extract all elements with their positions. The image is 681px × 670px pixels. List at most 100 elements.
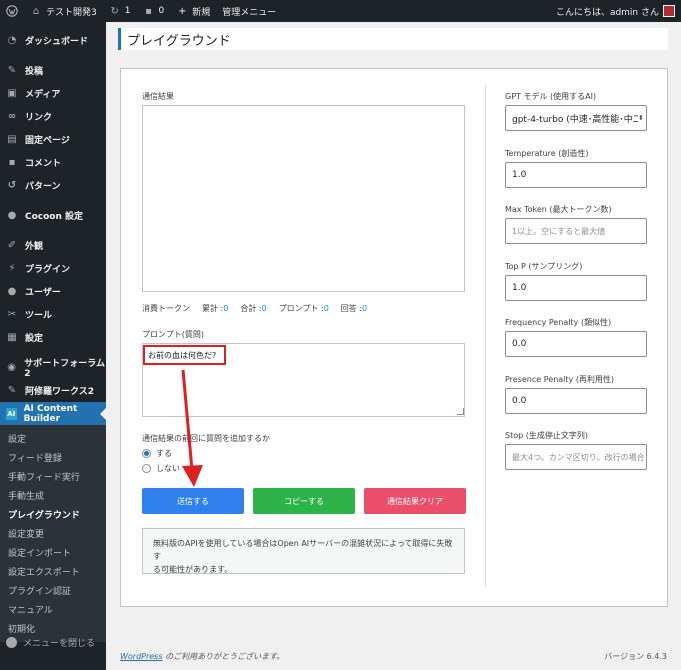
- model-select[interactable]: gpt-4-turbo (中速･高性能･中二 ⬍: [505, 105, 647, 131]
- comments-count: 0: [158, 6, 165, 16]
- sidebar-item-posts[interactable]: ✎ 投稿: [0, 59, 106, 82]
- submenu-export-settings[interactable]: 設定エクスポート: [0, 562, 106, 581]
- prompt-stat-label: プロンプト :: [278, 304, 324, 313]
- sidebar-item-label: パターン: [25, 182, 61, 192]
- presence-penalty-input[interactable]: 0.0: [505, 388, 647, 414]
- brush-icon: ✐: [7, 240, 17, 251]
- new-content-link[interactable]: + 新規: [170, 0, 216, 22]
- submenu-manual-feed[interactable]: 手動フィード実行: [0, 467, 106, 486]
- submenu-playground[interactable]: プレイグラウンド: [0, 505, 106, 524]
- link-icon: ∞: [7, 111, 17, 122]
- sidebar-item-dashboard[interactable]: ◔ ダッシュボード: [0, 29, 106, 52]
- total-value: 0: [223, 304, 229, 313]
- wp-logo-button[interactable]: [0, 0, 24, 22]
- pin-icon: ✎: [7, 65, 17, 76]
- submenu-manual[interactable]: マニュアル: [0, 600, 106, 619]
- plus-icon: +: [178, 5, 187, 17]
- sum-label: 合計 :: [240, 304, 262, 313]
- temperature-input[interactable]: 1.0: [505, 162, 647, 188]
- site-name: テスト開発3: [46, 7, 97, 18]
- sidebar-item-pages[interactable]: ▤ 固定ページ: [0, 128, 106, 151]
- sidebar-item-label: ユーザー: [25, 288, 61, 298]
- home-icon: ⌂: [32, 5, 40, 17]
- footer-thanks-text: のご利用ありがとうございます。: [162, 652, 285, 661]
- max-token-input[interactable]: 1以上。空にすると最大値: [505, 218, 647, 244]
- site-name-link[interactable]: ⌂ テスト開発3: [24, 0, 103, 22]
- sidebar-item-ai-content-builder[interactable]: AI AI Content Builder: [0, 402, 106, 425]
- answer-value: 0: [362, 304, 368, 313]
- sidebar-item-links[interactable]: ∞ リンク: [0, 105, 106, 128]
- new-label: 新規: [192, 7, 211, 18]
- admin-sidebar: ◔ ダッシュボード ✎ 投稿 ▣ メディア ∞ リンク ▤ 固定ページ ▪ コメント ↺ パタ…: [0, 22, 106, 670]
- prompt-highlight-annotation: お前の血は何色だ?: [143, 345, 226, 365]
- greeting: こんにちは、admin さん: [555, 7, 659, 18]
- admin-menu-link[interactable]: 管理メニュー: [216, 0, 282, 22]
- sidebar-item-comments[interactable]: ▪ コメント: [0, 151, 106, 174]
- consumed-token-label: 消費トークン: [142, 304, 190, 313]
- prompt-stat: プロンプト :0: [279, 303, 329, 314]
- avatar: [663, 5, 675, 17]
- frequency-penalty-input[interactable]: 0.0: [505, 331, 647, 357]
- comments-link[interactable]: ▪ 0: [136, 0, 170, 22]
- submenu-settings[interactable]: 設定: [0, 429, 106, 448]
- admin-bar: ⌂ テスト開発3 ↻ 1 ▪ 0 + 新規 管理メニュー こんにちは、admin…: [0, 0, 681, 22]
- stop-label: Stop (生成停止文字列): [505, 431, 588, 440]
- annotation-arrow-icon: [181, 369, 203, 487]
- user-icon: ●: [7, 286, 17, 297]
- cocoon-icon: ●: [7, 210, 17, 221]
- page-title: プレイグラウンド: [118, 28, 668, 50]
- collapse-menu-button[interactable]: メニューを閉じる: [0, 636, 106, 649]
- submenu-feed-register[interactable]: フィード登録: [0, 448, 106, 467]
- answer-label: 回答 :: [340, 304, 363, 313]
- copy-button[interactable]: コピーする: [253, 488, 355, 514]
- sidebar-item-plugins[interactable]: ⚡ プラグイン: [0, 257, 106, 280]
- radio-yes-button[interactable]: [142, 449, 151, 458]
- clear-result-button[interactable]: 通信結果クリア: [364, 488, 466, 514]
- resize-handle[interactable]: [457, 408, 464, 415]
- notice-line-2: る可能性があります。: [153, 565, 233, 574]
- radio-yes[interactable]: する: [142, 448, 172, 459]
- sidebar-item-cocoon[interactable]: ● Cocoon 設定: [0, 204, 106, 227]
- wordpress-link[interactable]: WordPress: [120, 652, 163, 661]
- sidebar-item-ashura-works[interactable]: ✎ 阿修羅ワークス2: [0, 379, 106, 402]
- submenu-manual-generate[interactable]: 手動生成: [0, 486, 106, 505]
- submenu-plugin-auth[interactable]: プラグイン認証: [0, 581, 106, 600]
- plugin-icon: ⚡: [8, 263, 16, 274]
- media-icon: ▣: [7, 88, 17, 99]
- top-p-label: Top P (サンプリング): [505, 262, 583, 271]
- sidebar-item-appearance[interactable]: ✐ 外観: [0, 234, 106, 257]
- send-button[interactable]: 送信する: [142, 488, 244, 514]
- sidebar-item-label: 外観: [25, 242, 44, 252]
- model-label: GPT モデル (使用するAI): [505, 92, 597, 101]
- sidebar-item-label: メディア: [25, 90, 61, 100]
- top-p-input[interactable]: 1.0: [505, 275, 647, 301]
- radio-no-button[interactable]: [142, 464, 151, 473]
- sidebar-item-tools[interactable]: ✂ ツール: [0, 303, 106, 326]
- model-select-value: gpt-4-turbo (中速･高性能･中二: [512, 114, 638, 125]
- prompt-value: お前の血は何色だ?: [148, 350, 217, 360]
- total-stat: 累計 :0: [202, 303, 228, 314]
- submenu-change-settings[interactable]: 設定変更: [0, 524, 106, 543]
- sidebar-item-support-forum[interactable]: ◉ サポートフォーラム2: [0, 356, 106, 379]
- result-textarea[interactable]: [142, 105, 465, 292]
- sidebar-item-media[interactable]: ▣ メディア: [0, 82, 106, 105]
- page-icon: ▤: [7, 134, 17, 145]
- sidebar-item-settings[interactable]: ▦ 設定: [0, 326, 106, 349]
- total-label: 累計 :: [202, 304, 224, 313]
- sidebar-item-label: リンク: [25, 113, 53, 123]
- notice-line-1: 無料版のAPIを使用している場合はOpen AIサーバーの混雑状況によって取得に…: [153, 539, 453, 561]
- prompt-label: プロンプト(質問): [142, 330, 205, 339]
- sum-value: 0: [261, 304, 267, 313]
- stop-input[interactable]: 最大4つ。カンマ区切り。改行の場合: [505, 444, 647, 470]
- account-menu[interactable]: こんにちは、admin さん: [556, 5, 681, 18]
- presence-penalty-label: Presence Penalty (再利用性): [505, 375, 615, 384]
- sidebar-item-label: Cocoon 設定: [25, 212, 84, 222]
- sidebar-item-patterns[interactable]: ↺ パターン: [0, 174, 106, 197]
- sidebar-item-users[interactable]: ● ユーザー: [0, 280, 106, 303]
- comment-icon: ▪: [145, 5, 152, 17]
- dashboard-icon: ◔: [7, 35, 17, 46]
- submenu-import-settings[interactable]: 設定インポート: [0, 543, 106, 562]
- updates-link[interactable]: ↻ 1: [103, 0, 137, 22]
- panel-divider: [485, 84, 486, 587]
- sidebar-item-label: 阿修羅ワークス2: [25, 387, 94, 397]
